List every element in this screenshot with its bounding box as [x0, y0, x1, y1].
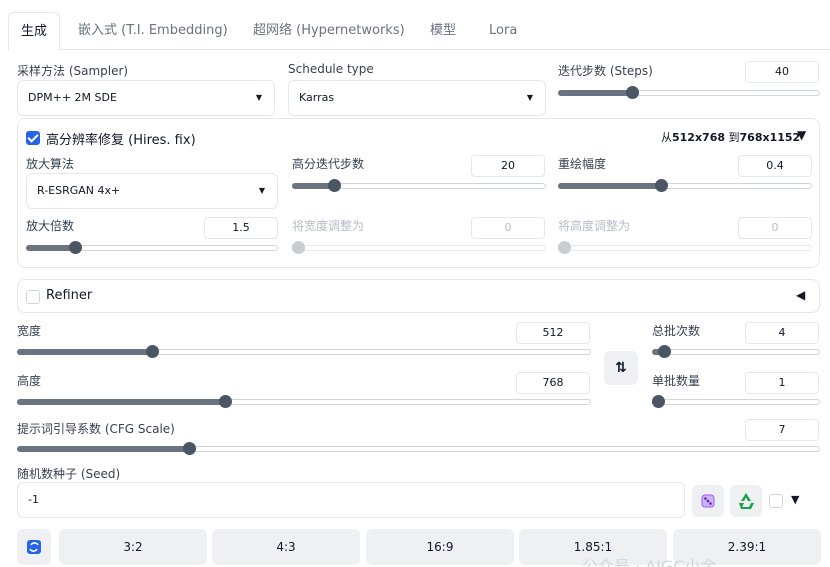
cfg-slider[interactable]: [17, 442, 820, 456]
hires-fix-label: 高分辨率修复 (Hires. fix): [46, 133, 196, 148]
seed-extra-checkbox[interactable]: [769, 494, 783, 508]
batch-size-label: 单批数量: [652, 374, 701, 388]
resize-width-label: 将宽度调整为: [292, 219, 365, 233]
schedule-value: Karras: [299, 91, 335, 104]
tab-models[interactable]: 模型: [430, 12, 456, 50]
upscaler-dropdown[interactable]: R-ESRGAN 4x+ ▼: [26, 173, 278, 209]
refresh-icon: [27, 540, 41, 554]
upscaler-label: 放大算法: [26, 157, 75, 171]
dice-icon: [701, 494, 715, 508]
upscaler-value: R-ESRGAN 4x+: [37, 184, 121, 197]
resize-height-label: 将高度调整为: [558, 219, 631, 233]
schedule-label: Schedule type: [288, 62, 374, 76]
steps-input[interactable]: 40: [745, 61, 819, 83]
ratio-button-4-3[interactable]: 4:3: [212, 529, 360, 565]
sampler-dropdown[interactable]: DPM++ 2M SDE ▼: [17, 80, 275, 116]
watermark-text: 公众号 · AIGC小余: [582, 557, 717, 567]
batch-size-slider[interactable]: [652, 395, 820, 409]
refiner-expand-icon[interactable]: ◀: [796, 288, 805, 302]
ratio-button-3-2[interactable]: 3:2: [59, 529, 207, 565]
swap-dimensions-button[interactable]: ⇅: [604, 351, 638, 385]
hires-collapse-icon[interactable]: ▼: [797, 128, 806, 142]
batch-size-input[interactable]: 1: [745, 372, 819, 394]
cfg-slider-handle[interactable]: [183, 442, 196, 455]
resize-width-slider-handle[interactable]: [292, 241, 305, 254]
refiner-label: Refiner: [46, 288, 93, 303]
tab-bar: 生成 嵌入式 (T.I. Embedding) 超网络 (Hypernetwor…: [8, 12, 830, 51]
upscale-by-input[interactable]: 1.5: [204, 217, 278, 239]
hires-summary-to: 768x1152: [739, 131, 801, 144]
denoise-input[interactable]: 0.4: [738, 155, 812, 177]
seed-value: -1: [28, 493, 39, 506]
hires-steps-slider-handle[interactable]: [328, 179, 341, 192]
sampler-value: DPM++ 2M SDE: [28, 91, 117, 104]
resize-width-input[interactable]: 0: [471, 217, 545, 239]
cfg-input[interactable]: 7: [745, 419, 819, 441]
hires-steps-slider[interactable]: [292, 179, 546, 193]
denoise-slider-handle[interactable]: [655, 179, 668, 192]
refiner-checkbox[interactable]: [26, 290, 40, 304]
cfg-label: 提示词引导系数 (CFG Scale): [17, 422, 175, 436]
refiner-panel: [17, 279, 820, 313]
width-input[interactable]: 512: [516, 322, 590, 344]
width-slider-handle[interactable]: [146, 345, 159, 358]
steps-slider-handle[interactable]: [626, 86, 639, 99]
chevron-down-icon: ▼: [526, 93, 533, 102]
height-label: 高度: [17, 374, 42, 388]
tab-lora[interactable]: Lora: [489, 12, 517, 50]
ratio-button-16-9[interactable]: 16:9: [366, 529, 514, 565]
hires-summary-prefix: 从: [661, 131, 672, 144]
resize-height-slider[interactable]: [558, 241, 812, 255]
denoise-slider[interactable]: [558, 179, 812, 193]
tab-txt2img[interactable]: 生成: [8, 12, 61, 51]
batch-count-label: 总批次数: [652, 324, 701, 338]
steps-label: 迭代步数 (Steps): [558, 64, 653, 78]
hires-summary-mid: 到: [725, 131, 740, 144]
chevron-down-icon: ▼: [255, 93, 262, 102]
denoise-label: 重绘幅度: [558, 157, 607, 171]
resize-width-slider[interactable]: [292, 241, 546, 255]
upscale-by-slider-handle[interactable]: [69, 241, 82, 254]
height-input[interactable]: 768: [516, 372, 590, 394]
steps-slider[interactable]: [558, 86, 820, 100]
schedule-dropdown[interactable]: Karras ▼: [288, 80, 546, 116]
batch-count-slider-handle[interactable]: [658, 345, 671, 358]
chevron-down-icon: ▼: [258, 186, 265, 195]
hires-steps-label: 高分迭代步数: [292, 157, 365, 171]
batch-count-slider[interactable]: [652, 345, 820, 359]
sampler-label: 采样方法 (Sampler): [17, 64, 129, 78]
height-slider-handle[interactable]: [219, 395, 232, 408]
hires-steps-input[interactable]: 20: [471, 155, 545, 177]
recycle-icon: [739, 493, 754, 509]
upscale-by-label: 放大倍数: [26, 219, 75, 233]
batch-size-slider-handle[interactable]: [652, 395, 665, 408]
height-slider[interactable]: [17, 395, 591, 409]
seed-extra-expand-icon[interactable]: ▼: [791, 493, 799, 506]
hires-fix-summary: 从512x768 到768x1152: [661, 129, 800, 145]
tab-hypernetworks[interactable]: 超网络 (Hypernetworks): [253, 12, 405, 50]
batch-count-input[interactable]: 4: [745, 322, 819, 344]
swap-icon: ⇅: [615, 360, 627, 376]
hires-summary-from: 512x768: [672, 131, 726, 144]
reuse-seed-button[interactable]: [730, 485, 762, 517]
seed-input[interactable]: -1: [17, 482, 685, 518]
resize-height-slider-handle[interactable]: [558, 241, 571, 254]
seed-label: 随机数种子 (Seed): [17, 467, 121, 481]
random-seed-button[interactable]: [692, 485, 724, 517]
width-label: 宽度: [17, 324, 42, 338]
swap-ratio-button[interactable]: [17, 529, 51, 565]
hires-fix-checkbox[interactable]: [26, 131, 40, 145]
tab-embedding[interactable]: 嵌入式 (T.I. Embedding): [78, 12, 228, 50]
width-slider[interactable]: [17, 345, 591, 359]
upscale-by-slider[interactable]: [26, 241, 278, 255]
resize-height-input[interactable]: 0: [738, 217, 812, 239]
